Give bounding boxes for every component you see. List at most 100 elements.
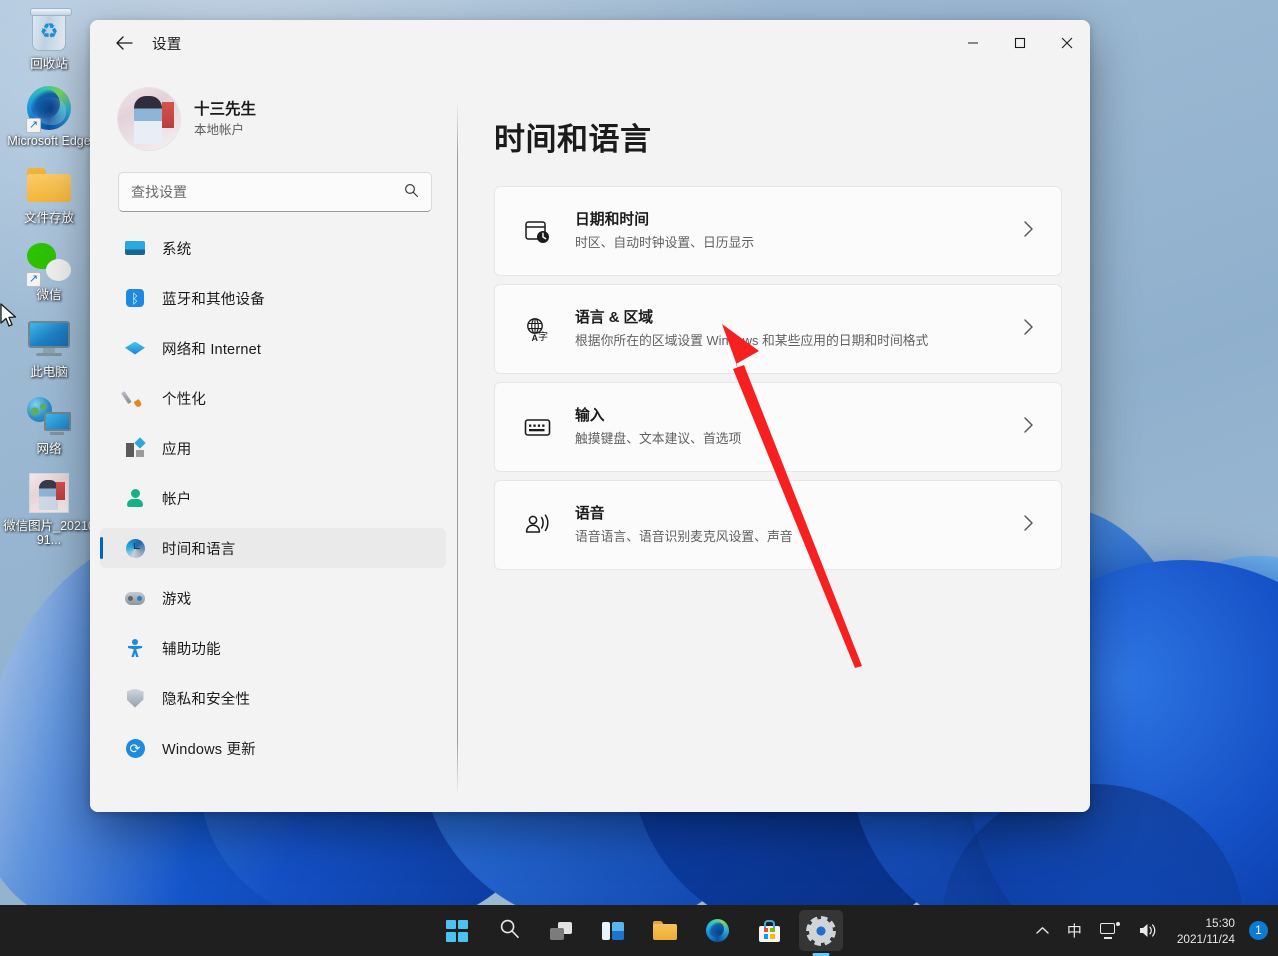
accounts-icon [124,487,146,509]
taskbar-buttons [435,905,843,956]
desktop-icon-image-file[interactable]: 微信图片_2021091... [1,470,97,547]
sidebar-item-apps[interactable]: 应用 [100,428,446,468]
globe-language-icon: A 字 [517,316,557,343]
card-subtitle: 触摸键盘、文本建议、首选项 [575,431,742,446]
network-icon [26,393,72,439]
sidebar-item-privacy-security[interactable]: 隐私和安全性 [100,678,446,718]
sidebar-item-label: 时间和语言 [162,541,236,558]
windows-update-icon: ⟳ [124,737,146,759]
settings-card-language-region[interactable]: A 字 语言 & 区域 根据你所在的区域设置 Windows 和某些应用的日期和… [494,284,1062,374]
search-input[interactable] [131,184,398,200]
ime-indicator[interactable]: 中 [1059,911,1090,951]
folder-icon [26,162,72,208]
sidebar-nav: 系统 ᛒ 蓝牙和其他设备 网络和 Internet 个性化 应用 帐户 时间和语… [90,228,458,768]
settings-card-speech[interactable]: 语音 语音语言、语音识别麦克风设置、声音 [494,480,1062,570]
notification-badge[interactable]: 1 [1249,921,1268,940]
sidebar-item-time-language[interactable]: 时间和语言 [100,528,446,568]
store-button[interactable] [747,910,791,951]
sidebar-item-system[interactable]: 系统 [100,228,446,268]
sidebar-item-windows-update[interactable]: ⟳ Windows 更新 [100,728,446,768]
avatar [118,88,180,150]
clock[interactable]: 15:30 2021/11/24 [1167,911,1243,951]
minimize-icon [967,42,978,44]
desktop-icon-wechat[interactable]: ↗ 微信 [1,239,97,302]
maximize-button[interactable] [996,20,1043,66]
windows-start-icon [446,919,468,942]
network-button[interactable] [1092,911,1128,951]
desktop-icon-folder[interactable]: 文件存放 [1,162,97,225]
desktop-icon-list: 回收站 ↗ Microsoft Edge 文件存放 ↗ 微信 [0,8,98,547]
task-view-button[interactable] [539,910,583,951]
sidebar-item-network[interactable]: 网络和 Internet [100,328,446,368]
account-block[interactable]: 十三先生 本地帐户 [90,66,458,158]
desktop-icon-label: 此电脑 [30,365,68,379]
sidebar-item-label: 网络和 Internet [162,341,262,358]
taskbar: 中 15:30 2021/11/24 1 [0,905,1278,956]
chevron-right-icon [1017,220,1041,243]
recycle-bin-icon [26,8,72,54]
card-subtitle: 时区、自动时钟设置、日历显示 [575,235,755,250]
widgets-icon [602,921,624,940]
calendar-clock-icon [517,218,557,245]
back-arrow-icon [115,36,133,50]
sidebar-item-personalization[interactable]: 个性化 [100,378,446,418]
close-button[interactable] [1043,20,1090,66]
page-title: 时间和语言 [494,122,652,157]
shortcut-arrow-icon: ↗ [26,118,41,133]
mouse-cursor-icon [0,303,17,327]
sidebar-item-accounts[interactable]: 帐户 [100,478,446,518]
desktop: 回收站 ↗ Microsoft Edge 文件存放 ↗ 微信 [0,0,1278,956]
microsoft-edge-icon: ↗ [26,85,72,133]
file-explorer-button[interactable] [643,910,687,951]
settings-card-date-time[interactable]: 日期和时间 时区、自动时钟设置、日历显示 [494,186,1062,276]
desktop-icon-label: 微信 [36,288,62,302]
settings-window: 设置 十三先生 本地帐户 查找设置 系统 ᛒ 蓝牙和其他设备 网络和 Inter… [90,20,1090,812]
chevron-right-icon [1017,514,1041,537]
search-box[interactable] [118,172,432,212]
sidebar-item-label: 个性化 [162,391,207,408]
desktop-icon-label: 文件存放 [23,211,74,225]
shortcut-arrow-icon: ↗ [26,272,41,287]
settings-button[interactable] [799,910,843,951]
edge-button[interactable] [695,910,739,951]
back-button[interactable] [106,27,142,59]
chevron-up-icon [1036,927,1049,934]
desktop-icon-label: 微信图片_2021091... [3,519,95,547]
sidebar: 十三先生 本地帐户 系统 [90,66,458,812]
desktop-icon-recycle-bin[interactable]: 回收站 [1,8,97,71]
sidebar-item-label: 辅助功能 [162,641,221,658]
time-language-icon [124,537,146,559]
microsoft-edge-icon [705,919,729,942]
widgets-button[interactable] [591,910,635,951]
desktop-icon-network[interactable]: 网络 [1,393,97,456]
accessibility-icon [124,637,146,659]
minimize-button[interactable] [949,20,996,66]
search-button[interactable] [487,910,531,951]
search-icon [404,183,419,202]
sidebar-item-label: 游戏 [162,591,192,608]
sidebar-item-label: 帐户 [162,491,192,508]
system-icon [124,237,146,259]
tray-expand-button[interactable] [1028,911,1057,951]
sidebar-item-accessibility[interactable]: 辅助功能 [100,628,446,668]
gaming-icon [124,587,146,609]
image-thumbnail-icon [26,470,72,516]
network-icon [1099,922,1120,939]
desktop-icon-microsoft-edge[interactable]: ↗ Microsoft Edge [1,85,97,148]
card-subtitle: 根据你所在的区域设置 Windows 和某些应用的日期和时间格式 [575,333,929,348]
bluetooth-icon: ᛒ [124,287,146,309]
settings-card-input[interactable]: 输入 触摸键盘、文本建议、首选项 [494,382,1062,472]
card-subtitle: 语音语言、语音识别麦克风设置、声音 [575,529,793,544]
volume-icon [1139,924,1156,937]
account-type: 本地帐户 [194,122,245,137]
maximize-icon [1014,37,1025,49]
content-pane: 时间和语言 日期和时间 时区、自动时钟设置、日历显示 A 字 语言 & 区域 根… [458,66,1090,812]
close-icon [1061,37,1072,49]
sidebar-item-bluetooth[interactable]: ᛒ 蓝牙和其他设备 [100,278,446,318]
sidebar-item-label: 隐私和安全性 [162,691,251,708]
volume-button[interactable] [1130,911,1165,951]
search-icon [499,918,520,943]
start-button[interactable] [435,910,479,951]
sidebar-item-label: 蓝牙和其他设备 [162,291,265,308]
sidebar-item-gaming[interactable]: 游戏 [100,578,446,618]
